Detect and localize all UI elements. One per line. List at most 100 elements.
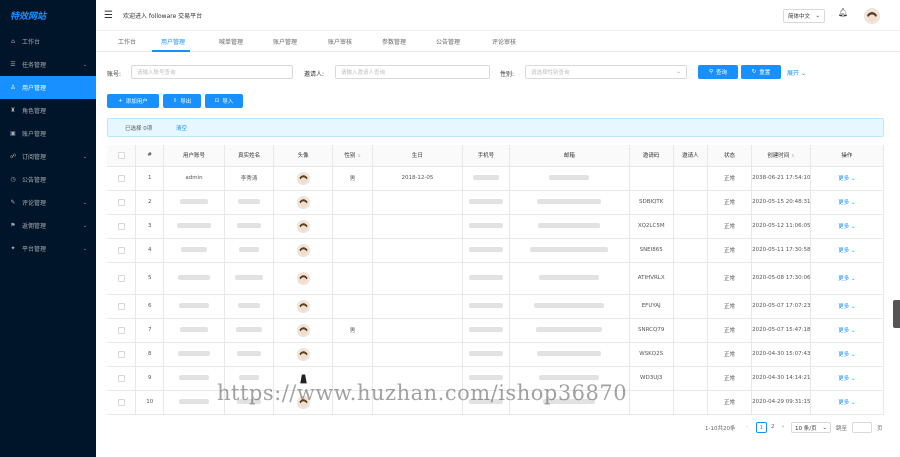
- row-select-cell[interactable]: [107, 238, 137, 263]
- more-actions-link[interactable]: 更多 ⌄: [838, 200, 855, 206]
- table-row[interactable]: 4 SNEI865 正常 2020-05-11 17:30:58 更多 ⌄: [107, 238, 885, 263]
- account-input[interactable]: 请输入账号查询: [131, 65, 293, 79]
- sidebar-item-subscribe[interactable]: ☍ 订阅管理 ⌄: [0, 145, 96, 168]
- app-logo[interactable]: 特效网站: [0, 0, 96, 30]
- gender-select[interactable]: 请选择性别查询 ⌄: [525, 65, 687, 79]
- table-row[interactable]: 6 EFUYAJ 正常 2020-05-07 17:07:23 更多 ⌄: [107, 294, 885, 319]
- table-row[interactable]: 8 WSKQ2S 正常 2020-04-30 15:07:43 更多 ⌄: [107, 342, 885, 367]
- name-cell: [224, 318, 275, 343]
- row-checkbox[interactable]: [117, 398, 125, 406]
- status-cell: 正常: [707, 294, 753, 319]
- row-select-cell[interactable]: [107, 390, 137, 415]
- select-all-header[interactable]: [107, 145, 137, 167]
- row-checkbox[interactable]: [117, 326, 125, 334]
- import-button[interactable]: ⊡ 导入: [205, 94, 243, 108]
- clear-selection-link[interactable]: 清空: [176, 124, 187, 132]
- table-row[interactable]: 2 SDBIQTK 正常 2020-05-15 20:48:31 更多 ⌄: [107, 190, 885, 215]
- next-page-icon[interactable]: ›: [782, 424, 784, 430]
- more-actions-link[interactable]: 更多 ⌄: [838, 276, 855, 282]
- sort-icon[interactable]: ⇅: [791, 153, 794, 158]
- row-checkbox[interactable]: [117, 222, 125, 230]
- action-cell[interactable]: 更多 ⌄: [810, 262, 885, 295]
- sidebar-item-label: 工作台: [22, 39, 41, 46]
- row-select-cell[interactable]: [107, 342, 137, 367]
- select-all-checkbox[interactable]: [117, 151, 125, 159]
- row-select-cell[interactable]: [107, 166, 137, 191]
- row-checkbox[interactable]: [117, 174, 125, 182]
- query-button[interactable]: ⚲ 查询: [698, 65, 738, 79]
- sidebar-item-rebate[interactable]: ⚑ 返佣管理 ⌄: [0, 214, 96, 237]
- bell-icon[interactable]: 🔔︎: [838, 8, 848, 17]
- action-cell[interactable]: 更多 ⌄: [810, 342, 885, 367]
- tab-5[interactable]: 参数管理: [382, 37, 406, 46]
- more-actions-link[interactable]: 更多 ⌄: [838, 328, 855, 334]
- row-select-cell[interactable]: [107, 190, 137, 215]
- tab-1[interactable]: 用户管理: [161, 37, 185, 46]
- user-avatar[interactable]: [864, 8, 880, 24]
- more-actions-link[interactable]: 更多 ⌄: [838, 176, 855, 182]
- table-row[interactable]: 7 男 SNRCQ79 正常 2020-05-07 15:47:18 更多 ⌄: [107, 318, 885, 343]
- sidebar-item-notice[interactable]: ◷ 公告管理: [0, 168, 96, 191]
- row-checkbox[interactable]: [117, 374, 125, 382]
- more-actions-link[interactable]: 更多 ⌄: [838, 304, 855, 310]
- row-checkbox[interactable]: [117, 274, 125, 282]
- row-select-cell[interactable]: [107, 366, 137, 391]
- inviter-input[interactable]: 请输入邀请人查询: [335, 65, 490, 79]
- tab-4[interactable]: 账户审核: [328, 37, 352, 46]
- more-actions-link[interactable]: 更多 ⌄: [838, 224, 855, 230]
- action-cell[interactable]: 更多 ⌄: [810, 166, 885, 191]
- status-cell-text: 正常: [723, 328, 735, 334]
- goto-page-input[interactable]: [852, 422, 872, 433]
- page-2-button[interactable]: 2: [771, 424, 775, 430]
- row-select-cell[interactable]: [107, 214, 137, 239]
- sort-icon[interactable]: ⇅: [357, 153, 360, 158]
- side-drawer-handle[interactable]: [893, 300, 900, 328]
- action-cell[interactable]: 更多 ⌄: [810, 294, 885, 319]
- tab-2[interactable]: 喊单管理: [219, 37, 243, 46]
- menu-toggle-icon[interactable]: ☰: [104, 10, 113, 21]
- more-actions-link[interactable]: 更多 ⌄: [838, 376, 855, 382]
- reset-button[interactable]: ↻ 重置: [741, 65, 781, 79]
- sidebar-item-comment[interactable]: ✎ 评论管理 ⌄: [0, 191, 96, 214]
- table-row[interactable]: 5 ATIHVRLX 正常 2020-05-08 17:30:06 更多 ⌄: [107, 262, 885, 295]
- page-size-select[interactable]: 10 条/页 ⌄: [791, 422, 831, 433]
- table-row[interactable]: 1 admin 李秀涛 男 2018-12-05 正常 2038-06-21 17:54:1…: [107, 166, 885, 191]
- inviter-cell: [673, 342, 708, 367]
- action-cell[interactable]: 更多 ⌄: [810, 238, 885, 263]
- language-select[interactable]: 简体中文 ⌄: [783, 9, 825, 23]
- action-cell[interactable]: 更多 ⌄: [810, 190, 885, 215]
- row-checkbox[interactable]: [117, 302, 125, 310]
- tab-6[interactable]: 公告管理: [436, 37, 460, 46]
- sidebar-item-user[interactable]: ♙ 用户管理: [0, 76, 96, 99]
- sidebar-item-role[interactable]: ♜ 角色管理: [0, 99, 96, 122]
- account-cell: [163, 238, 225, 263]
- page-1-button[interactable]: 1: [756, 422, 767, 433]
- expand-link[interactable]: 展开 ⌄: [787, 68, 806, 77]
- export-button[interactable]: ⇩ 导出: [163, 94, 201, 108]
- tab-0[interactable]: 工作台: [118, 37, 136, 46]
- row-checkbox[interactable]: [117, 350, 125, 358]
- row-select-cell[interactable]: [107, 262, 137, 295]
- more-actions-link[interactable]: 更多 ⌄: [838, 248, 855, 254]
- tab-7[interactable]: 评论审核: [492, 37, 516, 46]
- tab-3[interactable]: 账户管理: [273, 37, 297, 46]
- add-user-button[interactable]: + 添加用户: [107, 94, 159, 108]
- prev-page-icon[interactable]: ‹: [746, 424, 748, 430]
- sidebar-item-platform[interactable]: ✦ 平台管理 ⌄: [0, 237, 96, 260]
- avatar-cell: [273, 318, 333, 343]
- row-checkbox[interactable]: [117, 246, 125, 254]
- more-actions-link[interactable]: 更多 ⌄: [838, 352, 855, 358]
- sidebar-item-home[interactable]: ⌂ 工作台: [0, 30, 96, 53]
- sidebar-item-account[interactable]: ▣ 账户管理: [0, 122, 96, 145]
- action-cell[interactable]: 更多 ⌄: [810, 214, 885, 239]
- sidebar-item-task[interactable]: ☰ 任务管理 ⌄: [0, 53, 96, 76]
- more-actions-link[interactable]: 更多 ⌄: [838, 400, 855, 406]
- action-cell[interactable]: 更多 ⌄: [810, 318, 885, 343]
- row-select-cell[interactable]: [107, 294, 137, 319]
- row-select-cell[interactable]: [107, 318, 137, 343]
- row-checkbox[interactable]: [117, 198, 125, 206]
- action-cell[interactable]: 更多 ⌄: [810, 366, 885, 391]
- action-cell[interactable]: 更多 ⌄: [810, 390, 885, 415]
- table-row[interactable]: 3 XQ2LC5M 正常 2020-05-12 11:06:05 更多 ⌄: [107, 214, 885, 239]
- birthday-cell: [372, 294, 463, 319]
